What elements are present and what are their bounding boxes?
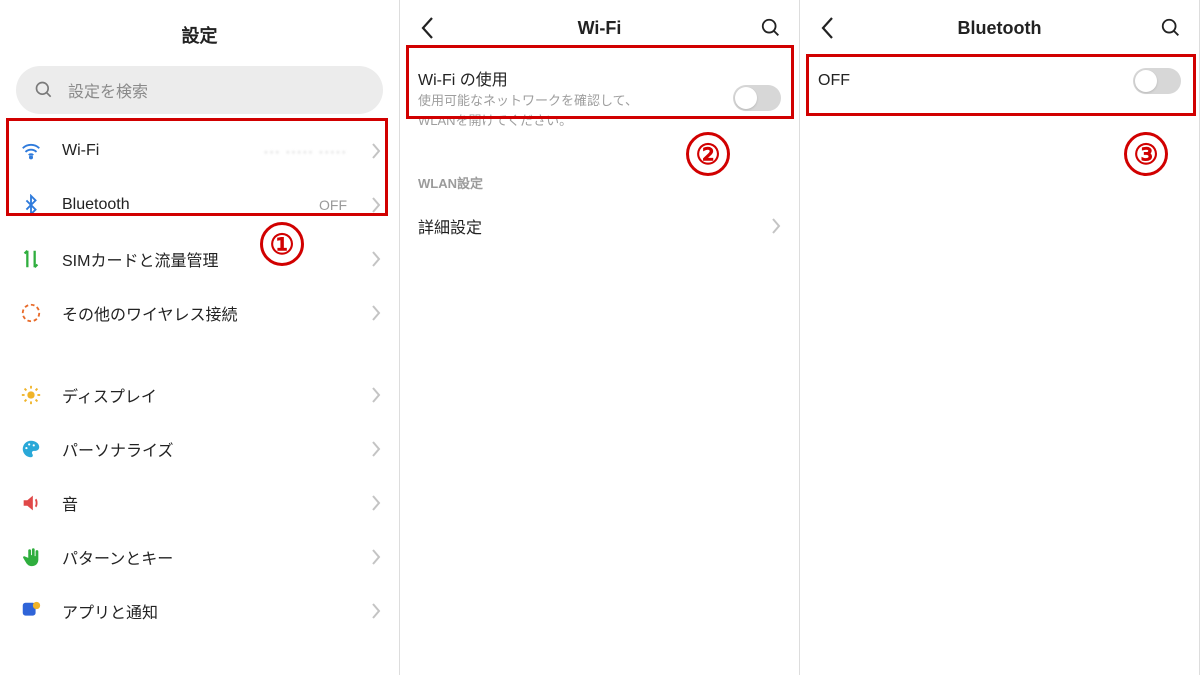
wifi-toggle-title: Wi-Fi の使用 (418, 66, 733, 90)
chevron-right-icon (371, 143, 381, 159)
annotation-number-1: ① (260, 222, 304, 266)
page-title: 設定 (0, 0, 399, 66)
search-placeholder: 設定を検索 (68, 78, 148, 102)
divider-gap (0, 340, 399, 368)
bluetooth-toggle-row[interactable]: OFF (800, 56, 1199, 106)
chevron-right-icon (371, 495, 381, 511)
bluetooth-status: OFF (319, 197, 347, 213)
chevron-right-icon (371, 251, 381, 267)
brightness-icon (18, 384, 44, 406)
list-item-label: SIMカードと流量管理 (62, 247, 353, 271)
bluetooth-panel: Bluetooth OFF (800, 0, 1200, 675)
page-title: Bluetooth (842, 18, 1157, 39)
settings-item-other-wireless[interactable]: その他のワイヤレス接続 (0, 286, 399, 340)
settings-item-apps[interactable]: アプリと通知 (0, 584, 399, 638)
wlan-section-label: WLAN設定 (400, 173, 799, 200)
list-item-label: Bluetooth (62, 196, 301, 214)
bluetooth-icon (18, 194, 44, 216)
wifi-network-name: ··· ····· ····· (264, 143, 347, 159)
settings-item-sound[interactable]: 音 (0, 476, 399, 530)
search-button[interactable] (757, 17, 785, 39)
wireless-icon (18, 302, 44, 324)
palette-icon (18, 438, 44, 460)
wifi-toggle-sub1: 使用可能なネットワークを確認して、 (418, 92, 733, 110)
list-item-label: Wi-Fi (62, 142, 246, 160)
sound-icon (18, 492, 44, 514)
list-item-label: パーソナライズ (62, 437, 353, 461)
divider-gap (400, 139, 799, 173)
bluetooth-toggle-switch[interactable] (1133, 68, 1181, 94)
bluetooth-toggle-title: OFF (818, 72, 1133, 90)
apps-icon (18, 600, 44, 622)
sim-icon (18, 248, 44, 270)
wifi-toggle-text: Wi-Fi の使用 使用可能なネットワークを確認して、 WLANを開けてください… (418, 66, 733, 129)
list-item-label: パターンとキー (62, 545, 353, 569)
settings-item-pattern-key[interactable]: パターンとキー (0, 530, 399, 584)
bluetooth-header: Bluetooth (800, 0, 1199, 56)
chevron-right-icon (371, 603, 381, 619)
wifi-toggle-sub2: WLANを開けてください。 (418, 112, 733, 130)
settings-item-bluetooth[interactable]: Bluetooth OFF (0, 178, 399, 232)
chevron-right-icon (771, 218, 781, 234)
chevron-right-icon (371, 387, 381, 403)
annotation-number-3: ③ (1124, 132, 1168, 176)
settings-item-personalize[interactable]: パーソナライズ (0, 422, 399, 476)
annotation-number-2: ② (686, 132, 730, 176)
chevron-right-icon (371, 441, 381, 457)
list-item-label: 詳細設定 (418, 214, 771, 238)
list-item-label: 音 (62, 491, 353, 515)
search-input[interactable]: 設定を検索 (16, 66, 383, 114)
wifi-panel: Wi-Fi Wi-Fi の使用 使用可能なネットワークを確認して、 WLANを開… (400, 0, 800, 675)
page-title: Wi-Fi (442, 18, 757, 39)
wifi-toggle-switch[interactable] (733, 85, 781, 111)
wifi-header: Wi-Fi (400, 0, 799, 56)
back-button[interactable] (814, 17, 842, 39)
list-item-label: ディスプレイ (62, 383, 353, 407)
search-button[interactable] (1157, 17, 1185, 39)
hand-icon (18, 546, 44, 568)
settings-item-display[interactable]: ディスプレイ (0, 368, 399, 422)
back-button[interactable] (414, 17, 442, 39)
wifi-toggle-row[interactable]: Wi-Fi の使用 使用可能なネットワークを確認して、 WLANを開けてください… (400, 56, 799, 139)
wifi-advanced-row[interactable]: 詳細設定 (400, 200, 799, 252)
settings-item-wifi[interactable]: Wi-Fi ··· ····· ····· (0, 124, 399, 178)
chevron-right-icon (371, 549, 381, 565)
chevron-right-icon (371, 305, 381, 321)
list-item-label: アプリと通知 (62, 599, 353, 623)
chevron-right-icon (371, 197, 381, 213)
wifi-icon (18, 140, 44, 162)
bluetooth-toggle-text: OFF (818, 72, 1133, 90)
settings-item-sim[interactable]: SIMカードと流量管理 (0, 232, 399, 286)
search-icon (34, 80, 54, 100)
settings-panel: 設定 設定を検索 Wi-Fi ··· ····· ····· Bluetooth… (0, 0, 400, 675)
list-item-label: その他のワイヤレス接続 (62, 301, 353, 325)
